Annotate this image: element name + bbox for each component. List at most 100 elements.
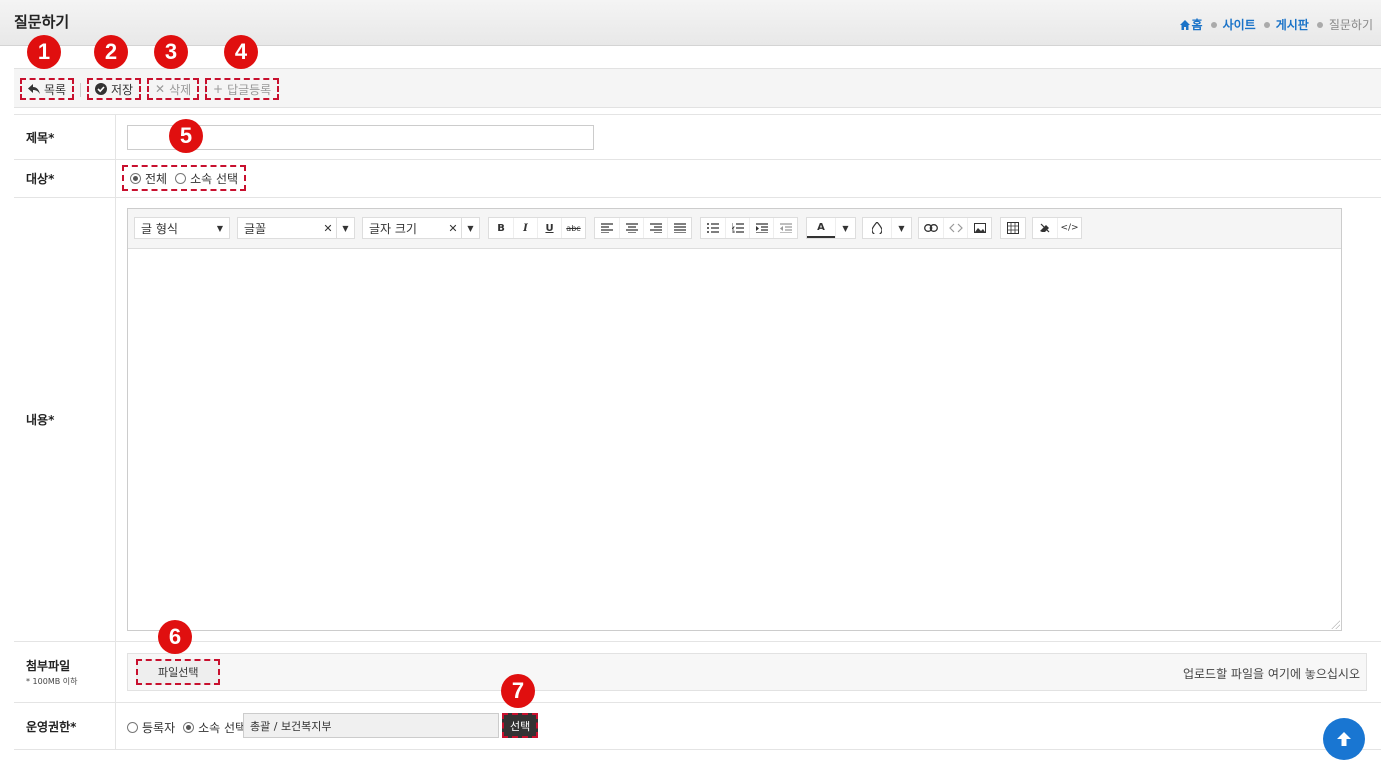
font-size-select-value: 글자 크기: [369, 221, 417, 236]
annotation-badge-6: 6: [158, 620, 192, 654]
unlink-icon[interactable]: [943, 218, 967, 238]
title-label-text: 제목*: [26, 130, 55, 145]
breadcrumb-home[interactable]: 홈: [1179, 16, 1203, 33]
breadcrumb-site[interactable]: 사이트: [1223, 16, 1256, 33]
format-select-value: 글 형식: [141, 221, 178, 236]
clear-icon[interactable]: ✕: [445, 222, 461, 235]
plus-icon: +: [213, 82, 224, 96]
underline-button[interactable]: U: [537, 218, 561, 238]
code-view-icon[interactable]: </>: [1057, 218, 1081, 238]
home-icon: [1179, 20, 1190, 30]
italic-button[interactable]: I: [513, 218, 537, 238]
table-icon[interactable]: [1001, 218, 1025, 238]
permission-radio-org[interactable]: [183, 722, 195, 733]
title-row: 제목*: [14, 114, 1381, 160]
text-style-group: B I U abc: [488, 217, 586, 239]
align-justify-icon[interactable]: [667, 218, 691, 238]
annotation-badge-7: 7: [501, 674, 535, 708]
close-icon: ✕: [155, 82, 166, 96]
breadcrumb-board[interactable]: 게시판: [1276, 16, 1309, 33]
insert-group: [918, 217, 992, 239]
file-drop-zone[interactable]: 파일선택 업로드할 파일을 여기에 놓으십시오: [127, 653, 1367, 691]
content-label-text: 내용*: [26, 413, 55, 427]
table-group: [1000, 217, 1026, 239]
editor-content-area[interactable]: [128, 250, 1341, 630]
breadcrumb-separator-icon: [1210, 21, 1217, 28]
annotation-badge-3: 3: [154, 35, 188, 69]
background-color-picker[interactable]: ▼: [862, 217, 912, 239]
align-group: [594, 217, 692, 239]
annotation-badge-5: 5: [169, 119, 203, 153]
font-select[interactable]: 글꼴 ✕ ▼: [237, 217, 355, 239]
align-right-icon[interactable]: [643, 218, 667, 238]
fill-drop-icon: [863, 218, 891, 238]
permission-row: 운영권한* 등록자 소속 선택 총괄 / 보건복지부 선택: [14, 703, 1381, 750]
text-color-button: A: [807, 218, 835, 238]
eraser-icon[interactable]: [1033, 218, 1057, 238]
target-radio-org-label: 소속 선택: [190, 171, 239, 186]
attachment-size-note: * 100MB 이하: [26, 677, 78, 686]
strikethrough-button[interactable]: abc: [561, 218, 585, 238]
attachment-row: 첨부파일 * 100MB 이하 파일선택 업로드할 파일을 여기에 놓으십시오: [14, 642, 1381, 703]
title-label: 제목*: [14, 115, 116, 159]
bullet-list-icon[interactable]: [701, 218, 725, 238]
breadcrumb: 홈 사이트 게시판 질문하기: [1179, 16, 1373, 33]
page-header: 질문하기 홈 사이트 게시판 질문하기: [0, 0, 1381, 46]
action-toolbar: 목록 저장 ✕ 삭제 + 답글등록: [14, 68, 1381, 108]
target-radio-all[interactable]: [130, 172, 141, 184]
breadcrumb-home-label: 홈: [1191, 18, 1203, 32]
delete-button-label: 삭제: [169, 82, 192, 97]
breadcrumb-separator-icon: [1263, 21, 1270, 28]
breadcrumb-current: 질문하기: [1328, 18, 1373, 32]
attachment-label: 첨부파일 * 100MB 이하: [14, 642, 116, 702]
text-color-picker[interactable]: A ▼: [806, 217, 856, 239]
permission-radio-registrant[interactable]: [127, 722, 138, 733]
editor-toolbar: 글 형식 ▼ 글꼴 ✕ ▼ 글자 크기 ✕ ▼ B I U abc A ▼ ▼ …: [128, 209, 1341, 249]
clear-icon[interactable]: ✕: [320, 222, 336, 235]
chevron-down-icon: ▼: [336, 218, 354, 238]
target-radio-all-label: 전체: [145, 171, 168, 186]
target-row: 대상* 전체 소속 선택: [14, 160, 1381, 198]
permission-radio-group: 등록자 소속 선택: [127, 719, 246, 736]
format-select[interactable]: 글 형식 ▼: [134, 217, 230, 239]
annotation-badge-4: 4: [224, 35, 258, 69]
list-button-label: 목록: [44, 82, 67, 97]
breadcrumb-separator-icon: [1316, 21, 1323, 28]
annotation-badge-1: 1: [27, 35, 61, 69]
content-label: 내용*: [14, 198, 116, 641]
target-radio-org[interactable]: [175, 172, 187, 184]
org-display-field: 총괄 / 보건복지부: [243, 713, 499, 738]
resize-handle-icon[interactable]: [1330, 619, 1340, 629]
rich-text-editor: 글 형식 ▼ 글꼴 ✕ ▼ 글자 크기 ✕ ▼ B I U abc A ▼ ▼ …: [127, 208, 1342, 631]
font-select-value: 글꼴: [244, 221, 267, 236]
check-circle-icon: [95, 83, 107, 95]
image-icon[interactable]: [967, 218, 991, 238]
permission-label: 운영권한*: [14, 703, 116, 749]
outdent-icon[interactable]: [773, 218, 797, 238]
permission-label-text: 운영권한*: [26, 719, 77, 734]
reply-button-label: 답글등록: [227, 82, 272, 97]
font-size-select[interactable]: 글자 크기 ✕ ▼: [362, 217, 480, 239]
target-label: 대상*: [14, 160, 116, 197]
align-left-icon[interactable]: [595, 218, 619, 238]
misc-group: </>: [1032, 217, 1082, 239]
scroll-to-top-button[interactable]: [1323, 718, 1365, 760]
numbered-list-icon[interactable]: [725, 218, 749, 238]
save-button-label: 저장: [111, 82, 134, 97]
file-drop-hint: 업로드할 파일을 여기에 놓으십시오: [1182, 667, 1360, 681]
align-center-icon[interactable]: [619, 218, 643, 238]
link-icon[interactable]: [919, 218, 943, 238]
save-button[interactable]: 저장: [87, 78, 142, 100]
indent-icon[interactable]: [749, 218, 773, 238]
toolbar-divider: [80, 83, 81, 97]
chevron-down-icon: ▼: [461, 218, 479, 238]
delete-button[interactable]: ✕ 삭제: [147, 78, 200, 100]
annotation-badge-2: 2: [94, 35, 128, 69]
chevron-down-icon: ▼: [891, 218, 911, 238]
file-select-button[interactable]: 파일선택: [136, 659, 221, 685]
org-select-button[interactable]: 선택: [502, 713, 539, 738]
permission-radio-org-label: 소속 선택: [198, 721, 247, 735]
bold-button[interactable]: B: [489, 218, 513, 238]
list-button[interactable]: 목록: [20, 78, 75, 100]
reply-button[interactable]: + 답글등록: [205, 78, 280, 100]
